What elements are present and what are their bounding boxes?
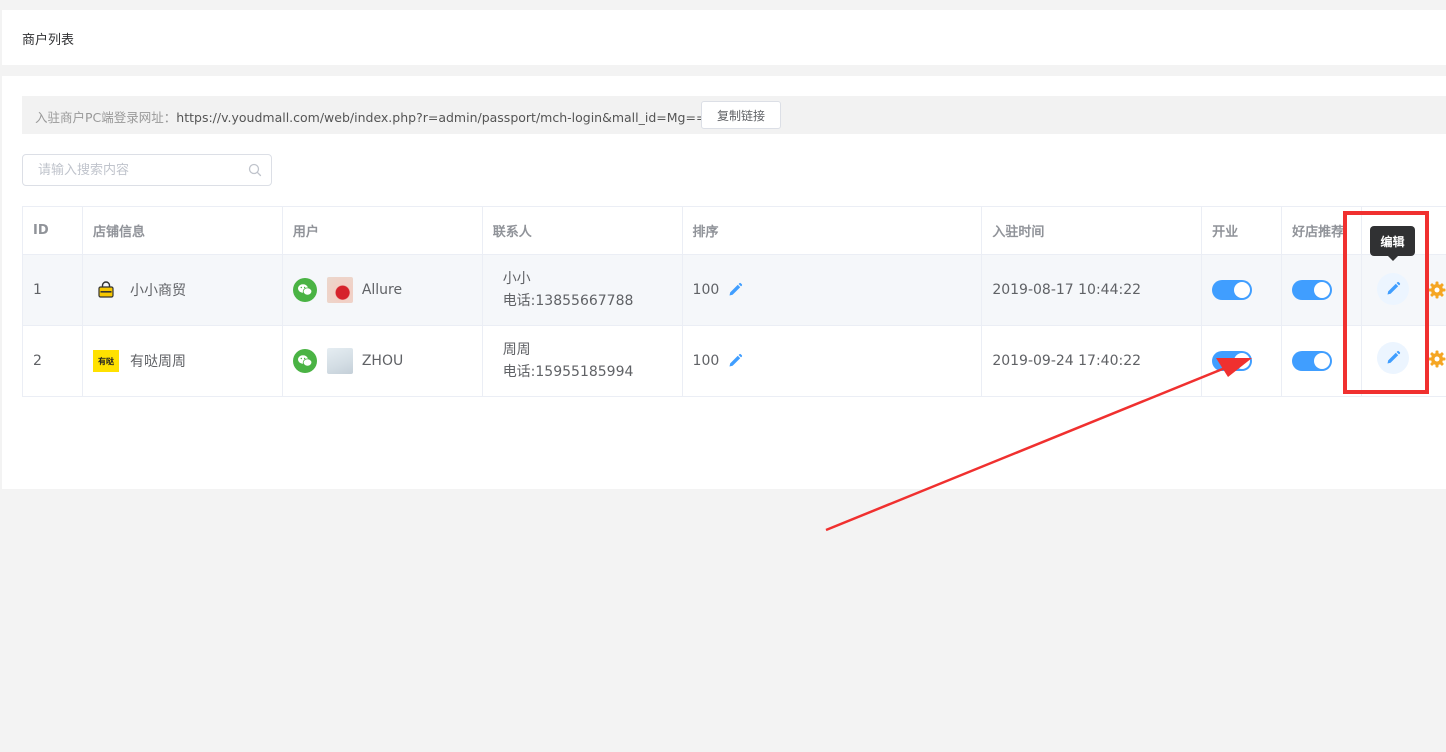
toggle-knob <box>1234 282 1251 298</box>
shop-bag-icon <box>93 279 119 301</box>
edit-sort-pencil-icon[interactable] <box>727 282 743 298</box>
edit-button[interactable] <box>1377 342 1410 374</box>
search-icon[interactable] <box>248 163 262 177</box>
open-toggle[interactable] <box>1212 280 1253 300</box>
open-toggle[interactable] <box>1212 351 1253 371</box>
merchant-list-panel: 入驻商户PC端登录网址：https://v.youdmall.com/web/i… <box>2 76 1446 489</box>
row-id: 2 <box>23 326 83 396</box>
shop-name: 小小商贸 <box>129 283 186 299</box>
merchant-table: ID 店铺信息 用户 联系人 排序 入驻时间 开业 好店推荐 1 小小商贸 Al… <box>22 206 1446 397</box>
wechat-icon <box>292 278 317 302</box>
user-cell: Allure <box>283 255 483 325</box>
edit-sort-pencil-icon[interactable] <box>727 353 743 369</box>
open-cell <box>1202 255 1283 325</box>
column-header-open[interactable]: 开业 <box>1202 207 1283 254</box>
user-name: Allure <box>361 282 403 298</box>
login-url-prefix: 入驻商户PC端登录网址： <box>35 110 177 125</box>
wechat-icon <box>292 349 317 373</box>
shop-logo: 有哒 <box>92 350 119 372</box>
search-box[interactable] <box>22 154 272 186</box>
column-header-sort[interactable]: 排序 <box>683 207 983 254</box>
actions-cell <box>1362 326 1446 396</box>
settings-gear-icon[interactable] <box>1428 350 1446 368</box>
contact-name: 周周 <box>502 342 531 358</box>
join-time: 2019-08-17 10:44:22 <box>982 255 1203 325</box>
recommend-toggle[interactable] <box>1292 351 1333 371</box>
sort-cell: 100 <box>683 255 983 325</box>
recommend-cell <box>1282 326 1363 396</box>
table-header-row: ID 店铺信息 用户 联系人 排序 入驻时间 开业 好店推荐 <box>23 207 1446 255</box>
contact-info: 小小 电话:13855667788 <box>493 268 634 312</box>
sort-value: 100 <box>692 353 720 369</box>
login-url-label: 入驻商户PC端登录网址：https://v.youdmall.com/web/i… <box>35 107 706 126</box>
avatar <box>326 277 353 303</box>
page-title: 商户列表 <box>22 33 75 48</box>
actions-cell <box>1362 255 1446 325</box>
column-header-user[interactable]: 用户 <box>283 207 483 254</box>
contact-phone: 电话:15955185994 <box>502 364 634 380</box>
login-url-bar: 入驻商户PC端登录网址：https://v.youdmall.com/web/i… <box>22 96 1446 134</box>
table-row: 1 小小商贸 Allure 小小 电话:13855667788 100 2019… <box>23 255 1446 326</box>
contact-name: 小小 <box>502 271 531 287</box>
pencil-icon <box>1387 350 1401 364</box>
login-url-value: https://v.youdmall.com/web/index.php?r=a… <box>176 110 707 125</box>
column-header-recommend[interactable]: 好店推荐 <box>1282 207 1363 254</box>
edit-button[interactable] <box>1377 273 1410 305</box>
row-id: 1 <box>23 255 83 325</box>
column-header-shop[interactable]: 店铺信息 <box>83 207 283 254</box>
open-cell <box>1202 326 1283 396</box>
toggle-knob <box>1234 353 1251 369</box>
recommend-cell <box>1282 255 1363 325</box>
toggle-knob <box>1314 282 1331 298</box>
edit-tooltip: 编辑 <box>1370 226 1415 261</box>
column-header-id[interactable]: ID <box>23 207 83 254</box>
user-name: ZHOU <box>361 353 404 369</box>
settings-gear-icon[interactable] <box>1428 281 1446 299</box>
avatar <box>326 348 353 374</box>
shop-name: 有哒周周 <box>129 354 186 370</box>
copy-link-button[interactable]: 复制链接 <box>701 101 781 129</box>
pencil-icon <box>1387 281 1401 295</box>
search-input[interactable] <box>23 155 243 185</box>
contact-cell: 小小 电话:13855667788 <box>483 255 683 325</box>
column-header-join-time[interactable]: 入驻时间 <box>982 207 1203 254</box>
table-row: 2 有哒 有哒周周 ZHOU 周周 电话:15955185994 100 201… <box>23 326 1446 397</box>
shop-info-cell: 有哒 有哒周周 <box>83 326 283 396</box>
shop-info-cell: 小小商贸 <box>83 255 283 325</box>
contact-phone: 电话:13855667788 <box>502 293 634 309</box>
contact-info: 周周 电话:15955185994 <box>493 339 634 383</box>
column-header-contact[interactable]: 联系人 <box>483 207 683 254</box>
page-header: 商户列表 <box>2 10 1446 65</box>
toggle-knob <box>1314 353 1331 369</box>
recommend-toggle[interactable] <box>1292 280 1333 300</box>
sort-value: 100 <box>692 282 720 298</box>
user-cell: ZHOU <box>283 326 483 396</box>
sort-cell: 100 <box>683 326 983 396</box>
contact-cell: 周周 电话:15955185994 <box>483 326 683 396</box>
join-time: 2019-09-24 17:40:22 <box>982 326 1203 396</box>
